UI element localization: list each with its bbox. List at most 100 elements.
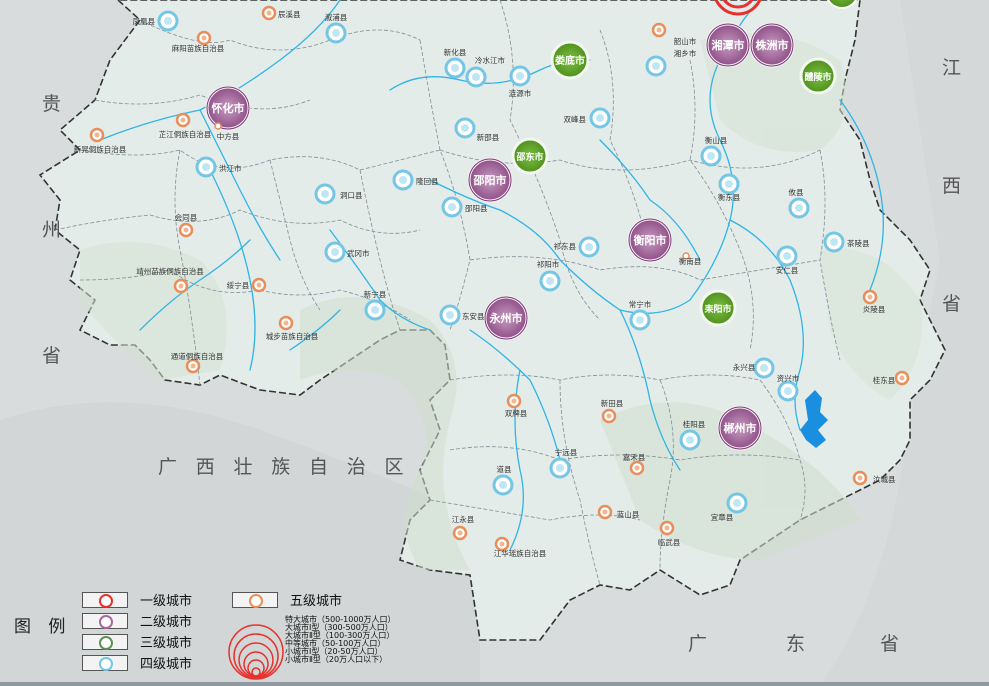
level5-city-marker[interactable]: 绥宁县 [227,277,267,293]
city-label: 湘乡市 [674,48,697,58]
city-label: 桂阳县 [683,419,706,429]
city-label: 衡东县 [718,192,741,202]
city-label: 韶山市 [674,36,697,46]
city-label: 资兴市 [777,373,800,383]
city-label: 溆浦县 [325,12,348,22]
city-label: 邵阳市 [473,173,507,187]
city-label: 攸县 [789,187,804,197]
city-label: 湘潭市 [712,38,745,52]
legend-swatch-level2 [82,613,128,629]
city-label: 祁阳市 [537,259,560,269]
city-label: 新宁县 [364,289,387,299]
level3-city-marker[interactable]: 醴陵市 [799,57,837,95]
level4-city-marker[interactable]: 衡东县 [718,173,741,202]
level4-city-marker[interactable]: 新宁县 [364,289,387,321]
city-label: 冷水江市 [475,55,505,65]
bottom-bar [0,682,989,686]
city-label: 新田县 [601,398,624,408]
level3-city-marker[interactable]: 娄底市 [550,40,590,80]
level4-city-marker[interactable]: 道县 [492,464,514,496]
city-label: 嘉禾县 [623,452,646,462]
city-label: 永州市 [489,311,523,325]
city-label: 隆回县 [416,176,439,186]
city-label: 汝城县 [873,474,896,484]
legend-label-level4: 四级城市 [140,657,193,672]
city-label: 会同县 [175,212,198,222]
level2-city-marker[interactable]: 株洲市 [749,22,795,68]
city-label: 耒阳市 [703,303,731,315]
legend-label-level3: 三级城市 [140,636,193,651]
city-label: 临武县 [658,537,681,547]
city-label: 桂东县 [873,375,896,385]
city-label: 绥宁县 [227,280,250,290]
city-label: 炎陵县 [863,305,886,314]
city-label: 辰溪县 [278,9,301,19]
city-label: 祁东县 [554,241,577,251]
jiangxi-label-3: 省 [942,293,961,315]
city-label: 醴陵市 [804,71,831,83]
city-label: 常宁市 [629,299,652,309]
city-label: 永兴县 [733,362,756,372]
level2-city-marker[interactable]: 衡阳市 [627,217,673,263]
city-label: 麻阳苗族自治县 [172,43,225,53]
city-label: 新晃侗族自治县 [74,144,127,154]
guangxi-label: 广 西 壮 族 自 治 区 [158,456,411,478]
level2-city-marker[interactable]: 邵阳市 [467,157,513,203]
level3-city-marker[interactable]: 邵东市 [511,137,549,175]
city-label: 双峰县 [564,114,587,124]
city-label: 芷江侗族自治县 [159,129,212,139]
level4-city-marker[interactable]: 溆浦县 [325,12,348,44]
size-legend-labels: 特大城市（500-1000万人口） 大城市Ⅰ型（300-500万人口） 大城市Ⅱ… [285,616,396,664]
city-label: 衡阳市 [634,233,667,247]
legend-swatch-level3 [82,634,128,650]
city-label: 郴州市 [724,421,757,435]
city-label: 宁远县 [555,447,578,457]
city-label: 宜章县 [711,512,734,522]
city-label: 新化县 [444,47,467,57]
city-label: 娄底市 [555,54,585,67]
city-label: 茶陵县 [847,238,870,248]
city-label: 通道侗族自治县 [171,351,224,361]
guizhou-label-1: 贵 [42,93,61,115]
city-label: 邵阳县 [465,204,488,213]
city-label: 洞口县 [340,191,363,200]
jiangxi-label-1: 江 [942,57,961,79]
legend-label-level5: 五级城市 [290,594,343,609]
size-legend-circles [228,624,284,680]
level4-city-marker[interactable]: 新化县 [444,47,467,79]
legend-swatch-level4 [82,655,128,671]
level2-city-marker[interactable]: 郴州市 [717,405,763,451]
map-canvas[interactable]: 贵 州 省 广 西 壮 族 自 治 区 江 西 省 广 东 省 怀化市 邵阳市 … [0,0,989,686]
level2-city-marker[interactable]: 怀化市 [205,85,251,131]
city-label: 中方县 [217,131,240,141]
city-label: 怀化市 [212,101,245,115]
level2-city-marker[interactable]: 永州市 [483,295,529,341]
city-label: 涟源市 [509,88,532,98]
legend-label-level2: 二级城市 [140,615,193,630]
city-label: 东安县 [462,311,485,321]
city-label: 武冈市 [347,248,370,258]
guangdong-label-1: 广 [688,633,707,655]
level2-city-marker[interactable]: 湘潭市 [705,22,751,68]
guizhou-label-3: 省 [42,345,61,367]
city-label: 邵东市 [515,151,543,163]
legend-swatch-level1 [82,592,128,608]
city-label: 道县 [497,464,512,474]
city-label: 江永县 [452,514,475,524]
city-label: 株洲市 [756,38,789,52]
legend-swatch-level5 [232,592,278,608]
level3-city-marker[interactable]: 耒阳市 [699,289,737,327]
city-label: 新邵县 [477,132,500,142]
jiangxi-label-2: 西 [942,176,961,197]
guangdong-label-2: 东 [786,633,805,655]
city-label: 蓝山县 [617,509,640,519]
level4-city-marker[interactable]: 资兴市 [777,373,800,402]
city-label: 洪江市 [219,163,242,173]
legend-label-level1: 一级城市 [140,594,193,609]
level4-city-marker[interactable]: 安仁县 [776,245,799,275]
size-legend-label: 小城市Ⅱ型（20万人口以下） [285,655,388,664]
guangdong-label-3: 省 [880,633,899,655]
city-label: 江华瑶族自治县 [494,548,547,558]
city-label: 衡南县 [679,256,702,266]
level4-city-marker[interactable]: 常宁市 [629,299,652,331]
